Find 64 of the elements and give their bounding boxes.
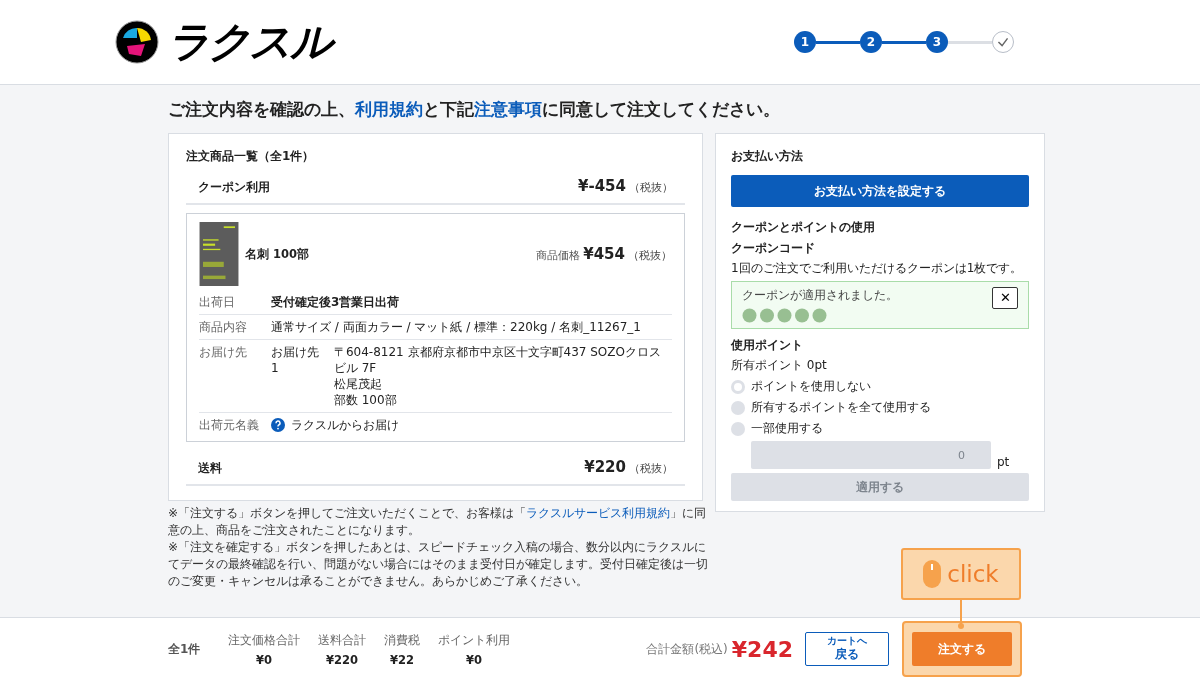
detail-value: 通常サイズ / 両面カラー / マット紙 / 標準：220kg / 名刺_11267_1 — [271, 319, 641, 335]
section-title: 注文商品一覧（全1件） — [186, 148, 316, 165]
field-label: クーポンコード — [731, 240, 816, 257]
logo-icon — [115, 20, 159, 64]
product-name: 名刺 100部 — [245, 246, 310, 262]
success-message: クーポンが適用されました。 — [742, 287, 898, 304]
address-line: 部数 100部 — [333, 392, 398, 408]
unit-label: pt — [997, 455, 1010, 469]
tax-note: （税抜） — [629, 462, 673, 476]
back-to-cart-button[interactable]: カートへ 戻る — [805, 632, 889, 666]
mouse-icon — [923, 560, 942, 588]
recipient-label: お届け先1 — [271, 344, 320, 377]
detail-label: 出荷日 — [199, 294, 236, 310]
detail-value: ラクスルからお届け — [291, 417, 399, 433]
link[interactable]: 注意事項 — [474, 100, 542, 119]
note-text: ※「注文を確定する」ボタンを押したあとは、スピードチェック入稿の場合、数分以内にラクスルにてデータの最終確認を行い、問題がない場合にはそのまま受付日が確定します。受付日確定後は一切のご変更・キャンセルは承ることができません。あらかじめご了承ください。 — [168, 539, 709, 590]
detail-label: 出荷元名義 — [199, 417, 260, 433]
instruction-heading: ご注文内容を確認の上、利用規約と下記注意事項に同意して注文してください。 — [168, 99, 781, 121]
total-amount: ¥242 — [731, 636, 793, 662]
step-indicator: 3 — [926, 31, 948, 53]
row-label: 送料 — [198, 461, 222, 476]
check-icon — [992, 31, 1014, 53]
summary-value: ¥0 — [256, 652, 272, 667]
summary-label: ポイント利用 — [438, 631, 510, 649]
item-count: 全1件 — [168, 640, 202, 658]
price-label: 商品価格 — [536, 249, 581, 263]
detail-value: 受付確定後3営業日出荷 — [271, 294, 400, 310]
radio-label: ポイントを使用しない — [751, 378, 871, 395]
amount: ¥220 — [584, 458, 626, 476]
step-indicator: 1 — [794, 31, 816, 53]
section-title: お支払い方法 — [731, 148, 804, 165]
field-label: 使用ポイント — [731, 337, 804, 354]
points-owned: 所有ポイント 0pt — [731, 357, 828, 374]
summary-label: 消費税 — [384, 631, 420, 649]
detail-label: 商品内容 — [199, 319, 248, 335]
link[interactable]: 利用規約 — [355, 100, 423, 119]
summary-value: ¥22 — [390, 652, 414, 667]
callout-label: click — [947, 561, 999, 587]
close-button[interactable]: ✕ — [992, 287, 1018, 309]
note-text: ※「注文する」ボタンを押してご注文いただくことで、お客様は「ラクスルサービス利用規約」に同意の上、商品をご注文されたことになります。 — [168, 505, 708, 539]
link[interactable]: ラクスルサービス利用規約 — [526, 506, 671, 520]
summary-value: ¥0 — [466, 652, 482, 667]
summary-label: 注文価格合計 — [228, 631, 300, 649]
price: ¥454 — [583, 245, 625, 263]
total-label: 合計金額(税込) — [646, 640, 728, 658]
detail-label: お届け先 — [199, 344, 248, 360]
summary-value: ¥220 — [326, 652, 358, 667]
address-line: 松尾茂起 — [333, 376, 383, 392]
tax-note: （税抜） — [629, 181, 673, 195]
summary-label: 送料合計 — [318, 631, 366, 649]
radio-label: 一部使用する — [751, 420, 823, 437]
tax-note: （税抜） — [628, 249, 672, 263]
amount: ¥-454 — [578, 177, 626, 195]
masked-code-icon — [742, 308, 828, 323]
coupon-note: 1回のご注文でご利用いただけるクーポンは1枚です。 — [731, 260, 1024, 277]
set-payment-button[interactable]: お支払い方法を設定する — [731, 175, 1029, 207]
section-title: クーポンとポイントの使用 — [731, 219, 876, 236]
row-label: クーポン利用 — [198, 180, 270, 195]
help-icon[interactable] — [271, 418, 285, 432]
address-line: 〒604-8121 京都府京都市中京区十文字町437 SOZOクロスビル 7F — [333, 344, 662, 376]
radio-label: 所有するポイントを全て使用する — [751, 399, 931, 416]
radio-button[interactable] — [731, 379, 745, 394]
step-indicator: 2 — [860, 31, 882, 53]
logo: ラクスル — [165, 14, 341, 70]
